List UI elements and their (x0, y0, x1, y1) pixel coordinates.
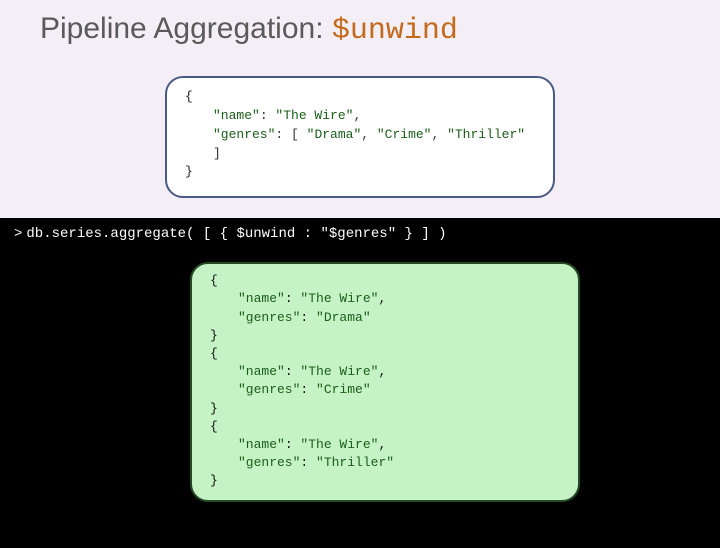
comma: , (361, 127, 377, 142)
out0-name-key: "name" (238, 291, 285, 306)
out1-genres-key: "genres" (238, 382, 300, 397)
sep: : (300, 310, 316, 325)
output-documents-box: { "name": "The Wire", "genres": "Drama" … (190, 262, 580, 502)
brace-close: } (210, 328, 218, 343)
sep: : (285, 291, 301, 306)
brace-close: } (210, 401, 218, 416)
out2-genres-val: "Thriller" (316, 455, 394, 470)
input-name-key: "name" (213, 108, 260, 123)
input-genres-v2: "Crime" (377, 127, 432, 142)
input-document-box: { "name": "The Wire", "genres": [ "Drama… (165, 76, 555, 198)
comma: , (378, 364, 386, 379)
title-operator: $unwind (332, 14, 458, 48)
comma: , (353, 108, 361, 123)
cmd-before: db.series.aggregate( [ { (26, 226, 236, 242)
cmd-arg: "$genres" (320, 226, 396, 242)
title-text: Pipeline Aggregation: (40, 12, 332, 45)
input-name-val: "The Wire" (275, 108, 353, 123)
out2-name-val: "The Wire" (300, 437, 378, 452)
out2-genres-key: "genres" (238, 455, 300, 470)
sep: : (285, 437, 301, 452)
input-genres-v1: "Drama" (307, 127, 362, 142)
comma: , (378, 291, 386, 306)
comma: , (431, 127, 447, 142)
out0-genres-val: "Drama" (316, 310, 371, 325)
sep: : (300, 455, 316, 470)
array-close: ] (213, 146, 221, 161)
page-title: Pipeline Aggregation: $unwind (0, 0, 720, 48)
brace-open: { (210, 346, 218, 361)
comma: , (378, 437, 386, 452)
sep: : [ (275, 127, 306, 142)
input-genres-key: "genres" (213, 127, 275, 142)
sep: : (285, 364, 301, 379)
out0-genres-key: "genres" (238, 310, 300, 325)
out1-name-key: "name" (238, 364, 285, 379)
out0-name-val: "The Wire" (300, 291, 378, 306)
cmd-between: : (295, 226, 320, 242)
brace-close: } (210, 473, 218, 488)
brace-open: { (210, 273, 218, 288)
terminal: >db.series.aggregate( [ { $unwind : "$ge… (0, 218, 720, 548)
sep: : (300, 382, 316, 397)
command-line: >db.series.aggregate( [ { $unwind : "$ge… (14, 226, 706, 242)
out2-name-key: "name" (238, 437, 285, 452)
brace-open: { (210, 419, 218, 434)
brace-close: } (185, 164, 193, 179)
cmd-after: } ] ) (396, 226, 446, 242)
prompt-icon: > (14, 226, 22, 242)
sep: : (260, 108, 276, 123)
input-genres-v3: "Thriller" (447, 127, 525, 142)
brace-open: { (185, 89, 193, 104)
out1-name-val: "The Wire" (300, 364, 378, 379)
out1-genres-val: "Crime" (316, 382, 371, 397)
cmd-operator: $unwind (236, 226, 295, 242)
